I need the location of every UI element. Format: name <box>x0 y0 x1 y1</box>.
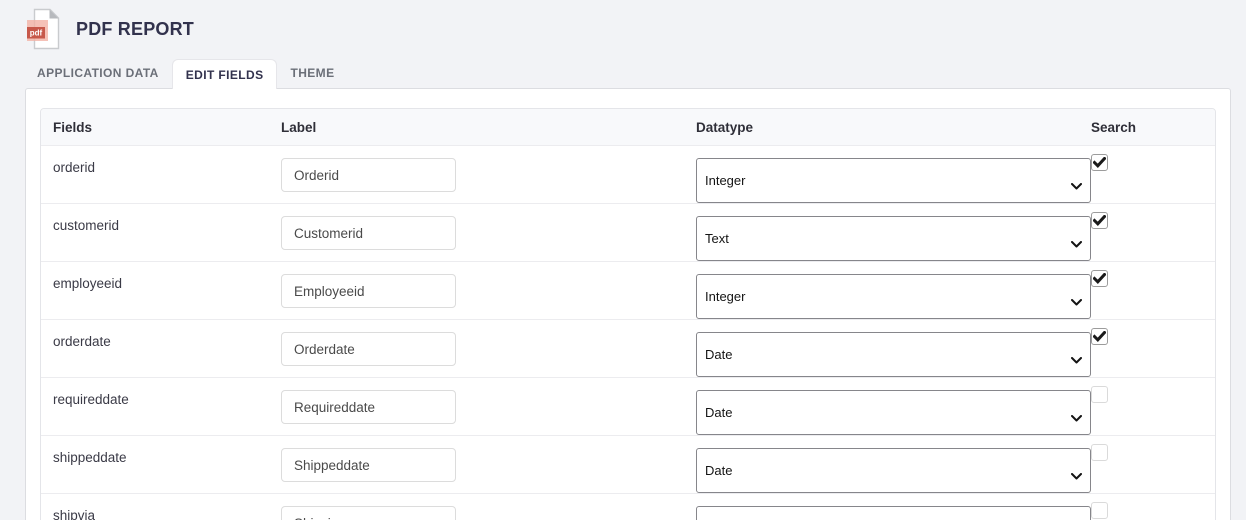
search-checkbox[interactable] <box>1091 328 1108 345</box>
check-icon <box>1093 331 1106 342</box>
label-input[interactable] <box>281 390 456 424</box>
table-row: orderid Integer <box>41 145 1215 203</box>
tab-edit-fields[interactable]: EDIT FIELDS <box>172 59 278 89</box>
column-header-datatype: Datatype <box>696 120 1091 135</box>
label-input[interactable] <box>281 274 456 308</box>
pdf-file-icon: pdf <box>24 8 62 50</box>
datatype-select[interactable]: Date <box>696 448 1091 493</box>
field-name: shippeddate <box>41 436 281 493</box>
tab-theme[interactable]: THEME <box>277 58 347 88</box>
search-checkbox[interactable] <box>1091 154 1108 171</box>
label-input[interactable] <box>281 216 456 250</box>
page-header: pdf PDF REPORT <box>0 0 1246 58</box>
page-title: PDF REPORT <box>76 19 194 40</box>
datatype-select[interactable]: Integer <box>696 274 1091 319</box>
datatype-select[interactable]: Integer <box>696 158 1091 203</box>
field-name: requireddate <box>41 378 281 435</box>
check-icon <box>1093 273 1106 284</box>
table-row: customerid Text <box>41 203 1215 261</box>
table-row: shippeddate Date <box>41 435 1215 493</box>
search-checkbox[interactable] <box>1091 502 1108 519</box>
datatype-select[interactable]: Text <box>696 216 1091 261</box>
datatype-select[interactable]: Integer <box>696 506 1091 520</box>
check-icon <box>1093 157 1106 168</box>
search-checkbox[interactable] <box>1091 212 1108 229</box>
table-row: shipvia Integer <box>41 493 1215 520</box>
field-name: shipvia <box>41 494 281 520</box>
edit-fields-panel: Fields Label Datatype Search orderid Int… <box>25 88 1231 520</box>
search-checkbox[interactable] <box>1091 386 1108 403</box>
datatype-select[interactable]: Date <box>696 332 1091 377</box>
table-row: requireddate Date <box>41 377 1215 435</box>
column-header-fields: Fields <box>41 120 281 135</box>
column-header-search: Search <box>1091 120 1215 135</box>
field-name: employeeid <box>41 262 281 319</box>
table-row: employeeid Integer <box>41 261 1215 319</box>
check-icon <box>1093 215 1106 226</box>
field-name: orderdate <box>41 320 281 377</box>
table-body: orderid Integer customerid <box>41 145 1215 520</box>
label-input[interactable] <box>281 506 456 520</box>
fields-table: Fields Label Datatype Search orderid Int… <box>40 108 1216 520</box>
search-checkbox[interactable] <box>1091 270 1108 287</box>
pdf-badge-text: pdf <box>30 29 43 38</box>
table-row: orderdate Date <box>41 319 1215 377</box>
datatype-select[interactable]: Date <box>696 390 1091 435</box>
label-input[interactable] <box>281 332 456 366</box>
label-input[interactable] <box>281 158 456 192</box>
search-checkbox[interactable] <box>1091 444 1108 461</box>
column-header-label: Label <box>281 120 696 135</box>
tab-bar: APPLICATION DATA EDIT FIELDS THEME <box>0 58 1246 88</box>
label-input[interactable] <box>281 448 456 482</box>
tab-application-data[interactable]: APPLICATION DATA <box>24 58 172 88</box>
field-name: customerid <box>41 204 281 261</box>
table-header-row: Fields Label Datatype Search <box>41 109 1215 145</box>
field-name: orderid <box>41 146 281 203</box>
